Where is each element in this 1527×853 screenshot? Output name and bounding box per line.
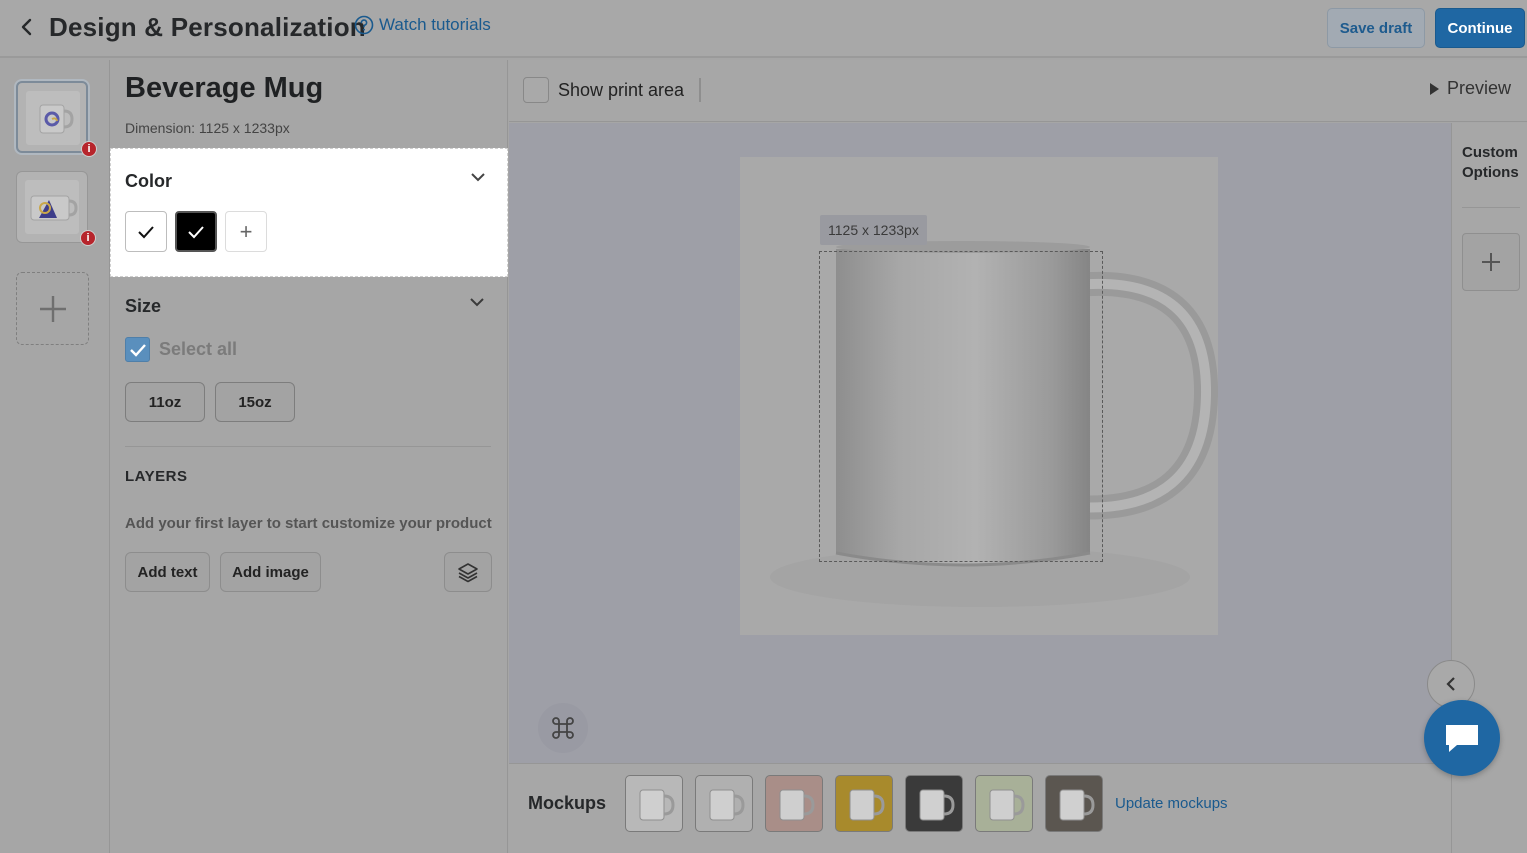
add-text-button[interactable]: Add text	[125, 552, 210, 592]
select-all-checkbox[interactable]: Select all	[125, 337, 237, 362]
mockup-thumbnail[interactable]	[905, 775, 963, 832]
toolbar-separator	[699, 78, 701, 102]
chevron-left-icon	[1446, 677, 1455, 691]
top-header: Design & Personalization Watch tutorials…	[0, 0, 1527, 58]
preview-label: Preview	[1446, 78, 1511, 98]
mug-pattern-icon	[30, 195, 78, 221]
preview-button[interactable]: Preview	[1429, 78, 1511, 99]
product-title: Beverage Mug	[125, 72, 324, 104]
add-color-button[interactable]: +	[225, 211, 267, 252]
layers-icon	[458, 563, 478, 583]
update-mockups-link[interactable]: Update mockups	[1115, 795, 1228, 812]
mug-table-icon	[1059, 789, 1095, 821]
mug-yellow-icon	[849, 789, 885, 821]
plus-icon: +	[239, 218, 253, 244]
help-circle-icon	[354, 15, 374, 35]
layers-title: LAYERS	[125, 468, 188, 485]
product-thumbnail-2[interactable]: i	[16, 171, 96, 246]
mug-white-icon	[709, 789, 745, 821]
mug-swirl-thumbnail	[26, 91, 80, 145]
product-dimension: Dimension: 1125 x 1233px	[125, 120, 290, 136]
layers-button[interactable]	[444, 552, 492, 592]
mockup-thumbnail[interactable]	[975, 775, 1033, 832]
page-title: Design & Personalization	[49, 12, 366, 42]
show-print-area-checkbox[interactable]: Show print area	[523, 77, 684, 103]
mockup-thumbnail[interactable]	[835, 775, 893, 832]
add-image-button[interactable]: Add image	[220, 552, 321, 592]
mockup-thumbnail[interactable]	[625, 775, 683, 832]
checkbox-empty-icon	[523, 77, 549, 103]
check-icon	[138, 225, 154, 238]
chat-icon	[1446, 725, 1478, 752]
mockup-thumbnail[interactable]	[765, 775, 823, 832]
show-print-area-label: Show print area	[558, 79, 685, 100]
mug-pattern-thumbnail	[25, 180, 79, 234]
size-section-title: Size	[125, 296, 162, 316]
canvas-toolbar: Show print area Preview	[509, 60, 1527, 122]
save-draft-button[interactable]: Save draft	[1327, 8, 1425, 48]
color-swatch-black[interactable]	[175, 211, 217, 252]
size-chip-15oz[interactable]: 15oz	[215, 382, 295, 422]
error-badge-icon: i	[80, 230, 96, 246]
chevron-down-icon[interactable]	[470, 171, 486, 183]
plus-icon	[1482, 253, 1500, 271]
add-custom-option-button[interactable]	[1462, 233, 1520, 291]
play-icon	[1429, 82, 1439, 95]
color-swatch-white[interactable]	[125, 211, 167, 252]
mug-artboard: 1125 x 1233px	[740, 157, 1218, 635]
check-icon	[188, 225, 204, 238]
watch-tutorials-label: Watch tutorials	[379, 15, 491, 34]
error-badge-icon: i	[81, 141, 97, 157]
chevron-down-icon[interactable]	[469, 296, 485, 308]
mug-dark-icon	[919, 789, 955, 821]
watch-tutorials-link[interactable]: Watch tutorials	[354, 15, 491, 35]
divider	[125, 446, 491, 447]
design-canvas[interactable]: 1125 x 1233px	[509, 123, 1451, 763]
shortcuts-button[interactable]	[538, 703, 588, 753]
plus-icon	[39, 295, 66, 322]
continue-button[interactable]: Continue	[1435, 8, 1525, 48]
mockups-label: Mockups	[528, 793, 607, 813]
divider	[1462, 207, 1520, 208]
checkbox-checked-icon	[125, 337, 150, 362]
color-section: Color +	[110, 148, 508, 277]
mockup-thumbnail[interactable]	[695, 775, 753, 832]
custom-options-label: Custom Options	[1462, 144, 1519, 181]
settings-panel: Beverage Mug Dimension: 1125 x 1233px Co…	[110, 60, 508, 853]
mug-swirl-icon	[39, 104, 74, 134]
add-product-button[interactable]	[16, 272, 89, 345]
command-icon	[552, 717, 574, 739]
mockups-bar: Mockups Update mockups	[509, 763, 1451, 853]
chat-button[interactable]	[1424, 700, 1500, 776]
mockup-thumbnail[interactable]	[1045, 775, 1103, 832]
product-thumbnail-1[interactable]: i	[16, 81, 97, 157]
size-chip-11oz[interactable]: 11oz	[125, 382, 205, 422]
color-section-title: Color	[125, 171, 172, 191]
chevron-left-icon	[21, 18, 32, 36]
product-thumbnail-rail: i i	[0, 60, 110, 853]
layers-hint: Add your first layer to start customize …	[125, 515, 492, 532]
dimension-tag: 1125 x 1233px	[820, 215, 927, 245]
print-area-outline[interactable]	[819, 251, 1103, 562]
select-all-label: Select all	[159, 339, 238, 359]
mug-hands-icon	[779, 789, 815, 821]
mug-white-icon	[639, 789, 675, 821]
mug-plant-icon	[989, 789, 1025, 821]
back-button[interactable]	[14, 14, 40, 40]
